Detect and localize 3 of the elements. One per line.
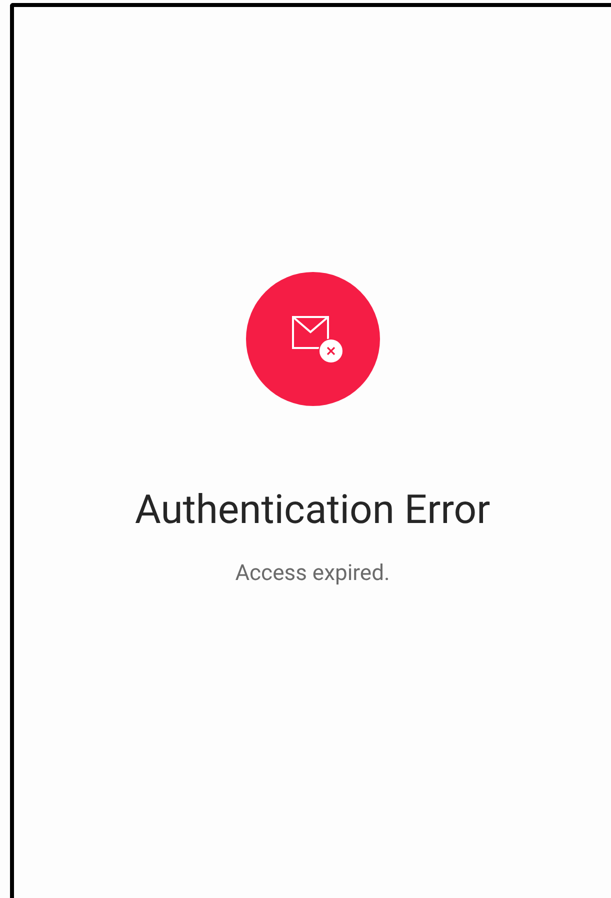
error-title: Authentication Error [134, 486, 490, 533]
mail-error-icon [290, 313, 344, 365]
error-message: Access expired. [235, 561, 390, 586]
